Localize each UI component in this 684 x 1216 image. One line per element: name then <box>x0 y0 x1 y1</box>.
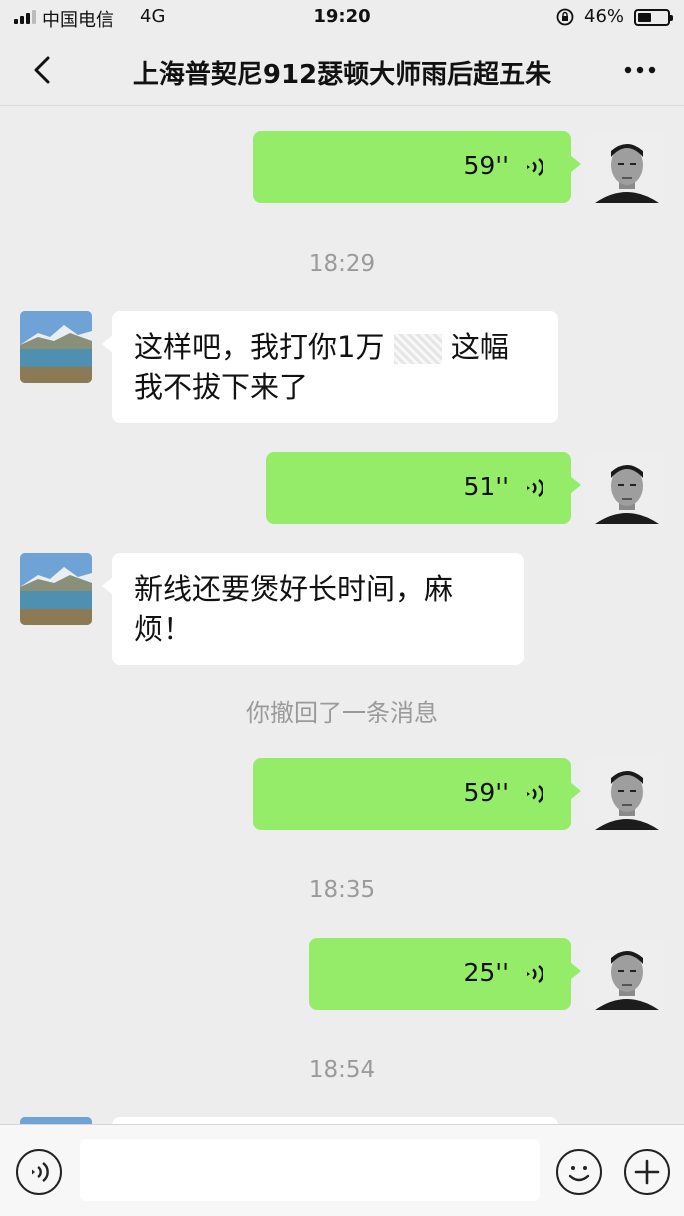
voice-wave-glyph <box>32 1162 49 1182</box>
avatar-contact[interactable] <box>20 1117 92 1124</box>
more-dots-icon[interactable] <box>618 52 662 88</box>
smiley-glyph <box>568 1166 590 1182</box>
emoji-icon[interactable] <box>556 1149 602 1195</box>
voice-wave-icon <box>527 158 543 176</box>
battery-percent: 46% <box>584 6 625 27</box>
voice-message-bubble[interactable]: 25'' <box>309 938 581 1010</box>
voice-message-bubble[interactable]: 59'' <box>253 758 581 830</box>
battery-fill <box>638 13 651 22</box>
message-text: 新线还要煲好长时间，麻 烦！ <box>134 569 506 649</box>
self-portrait-icon <box>591 938 663 1010</box>
timestamp-separator: 18:54 <box>308 1057 376 1083</box>
voice-duration: 51'' <box>463 472 509 501</box>
avatar-self[interactable] <box>591 758 663 830</box>
status-bar: 中国电信 4G 19:20 46% <box>0 0 684 36</box>
plus-glyph <box>634 1159 660 1185</box>
avatar-self[interactable] <box>591 452 663 524</box>
message-line: 这幅 <box>450 330 509 364</box>
voice-input-icon[interactable] <box>16 1149 62 1195</box>
message-line: 新线还要煲好长时间，麻 <box>134 572 454 606</box>
text-message-bubble[interactable]: 新线还要煲好长时间，麻 烦！ <box>102 553 524 665</box>
voice-message-bubble[interactable]: 51'' <box>266 452 581 524</box>
plus-icon[interactable] <box>624 1149 670 1195</box>
chat-header: 上海普契尼912瑟顿大师雨后超五朱 <box>0 36 684 106</box>
voice-duration: 59'' <box>463 151 509 180</box>
message-text: 这样吧，我打你1万 这幅 我不拔下来了 <box>134 327 540 407</box>
blurred-text-region <box>393 334 442 364</box>
avatar-contact[interactable] <box>20 553 92 625</box>
timestamp-separator: 18:29 <box>308 251 376 277</box>
message-line: 烦！ <box>134 612 193 646</box>
chevron-left-icon[interactable] <box>26 50 66 90</box>
voice-wave-icon <box>527 785 543 803</box>
message-line: 这样吧，我打你1万 <box>134 330 385 364</box>
landscape-avatar-icon <box>20 1117 92 1124</box>
voice-message-bubble[interactable]: 59'' <box>253 131 581 203</box>
recalled-message-note: 你撤回了一条消息 <box>246 699 438 727</box>
timestamp-separator: 18:35 <box>308 877 376 903</box>
status-time: 19:20 <box>313 6 371 27</box>
rotation-lock-icon <box>556 8 574 26</box>
self-portrait-icon <box>591 131 663 203</box>
self-portrait-icon <box>591 758 663 830</box>
self-portrait-icon <box>591 452 663 524</box>
landscape-avatar-icon <box>20 553 92 625</box>
message-list[interactable]: 59'' 18:29 这样吧，我打你1万 这幅 我不拔下来了 51'' 新线还要… <box>0 107 684 1124</box>
avatar-contact[interactable] <box>20 311 92 383</box>
text-message-bubble[interactable]: 这样吧，我打你1万 这幅 我不拔下来了 <box>102 311 558 423</box>
voice-duration: 25'' <box>463 958 509 987</box>
battery-icon <box>634 9 673 26</box>
avatar-self[interactable] <box>591 131 663 203</box>
input-bar <box>0 1124 684 1216</box>
message-input[interactable] <box>80 1139 540 1201</box>
text-message-bubble[interactable] <box>112 1117 558 1124</box>
voice-duration: 59'' <box>463 778 509 807</box>
voice-wave-icon <box>527 965 543 983</box>
chat-title: 上海普契尼912瑟顿大师雨后超五朱 <box>132 60 552 90</box>
avatar-self[interactable] <box>591 938 663 1010</box>
landscape-avatar-icon <box>20 311 92 383</box>
voice-wave-icon <box>527 479 543 497</box>
message-line: 我不拔下来了 <box>134 370 309 404</box>
